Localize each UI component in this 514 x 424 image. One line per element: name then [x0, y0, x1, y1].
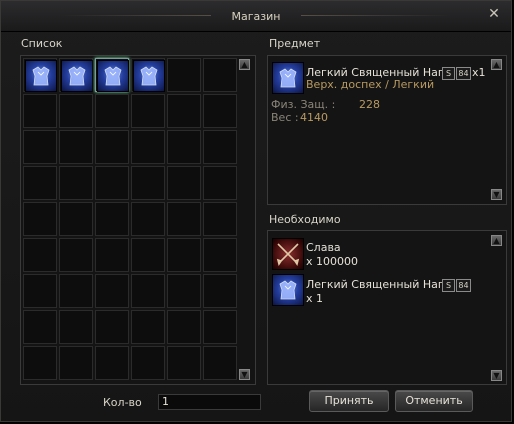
cancel-button[interactable]: Отменить: [395, 390, 473, 412]
grid-cell-empty[interactable]: [203, 238, 237, 272]
grid-cell-empty[interactable]: [203, 202, 237, 236]
grid-cell-empty[interactable]: [23, 346, 57, 380]
grid-cell-armor-1[interactable]: [23, 58, 57, 92]
grid-cell-empty[interactable]: [167, 58, 201, 92]
product-item-slot[interactable]: [271, 61, 304, 94]
close-icon[interactable]: ✕: [487, 7, 501, 21]
grid-cell-empty[interactable]: [23, 238, 57, 272]
armor-icon: [61, 60, 93, 92]
grid-cell-empty[interactable]: [23, 130, 57, 164]
required-item-1-qty: x 100000: [306, 255, 358, 268]
required-panel: Слава x 100000 Легкий Священный Наг.. S …: [267, 230, 507, 385]
required-label: Необходимо: [269, 213, 341, 226]
grid-cell-empty[interactable]: [167, 166, 201, 200]
grid-cell-empty[interactable]: [203, 310, 237, 344]
required-item-2-name: Легкий Священный Наг..: [306, 278, 451, 291]
product-scroll-down-button[interactable]: ▼: [491, 189, 502, 200]
grid-cell-empty[interactable]: [59, 238, 93, 272]
level-badge: 84: [456, 279, 471, 292]
grid-cell-empty[interactable]: [167, 346, 201, 380]
grid-cell-empty[interactable]: [95, 274, 129, 308]
grid-cell-empty[interactable]: [95, 166, 129, 200]
grid-cell-empty[interactable]: [95, 130, 129, 164]
grid-cell-empty[interactable]: [131, 238, 165, 272]
grid-cell-empty[interactable]: [203, 58, 237, 92]
grid-cell-empty[interactable]: [23, 94, 57, 128]
item-grid: [23, 58, 237, 380]
grid-cell-empty[interactable]: [131, 202, 165, 236]
grid-cell-empty[interactable]: [131, 274, 165, 308]
stat-weight-label: Вес :: [271, 111, 299, 124]
list-scroll-up-button[interactable]: ▲: [239, 59, 250, 70]
grid-cell-empty[interactable]: [203, 166, 237, 200]
shop-window: Магазин ✕ Список ▲ ▼ Предмет Легкий Свящ…: [0, 0, 512, 422]
grid-cell-armor-2[interactable]: [59, 58, 93, 92]
list-panel: ▲ ▼: [20, 55, 256, 385]
stat-phys-def-label: Физ. Защ. :: [271, 98, 336, 111]
grid-cell-empty[interactable]: [167, 238, 201, 272]
window-title: Магазин: [231, 10, 281, 23]
grid-cell-armor-4[interactable]: [131, 58, 165, 92]
crossed-swords-icon: [272, 238, 304, 270]
grid-cell-empty[interactable]: [167, 310, 201, 344]
grid-cell-empty[interactable]: [95, 310, 129, 344]
grid-cell-empty[interactable]: [59, 166, 93, 200]
grid-cell-empty[interactable]: [59, 130, 93, 164]
required-scroll-down-button[interactable]: ▼: [491, 370, 502, 381]
armor-icon: [97, 60, 129, 92]
grid-cell-empty[interactable]: [95, 238, 129, 272]
product-label: Предмет: [269, 37, 321, 50]
grid-cell-empty[interactable]: [203, 130, 237, 164]
grid-cell-empty[interactable]: [203, 274, 237, 308]
quantity-input[interactable]: 1: [158, 394, 261, 410]
grid-cell-empty[interactable]: [203, 346, 237, 380]
grid-cell-empty[interactable]: [131, 346, 165, 380]
grid-cell-empty[interactable]: [59, 202, 93, 236]
grid-cell-empty[interactable]: [95, 346, 129, 380]
armor-icon: [25, 60, 57, 92]
grid-cell-empty[interactable]: [203, 94, 237, 128]
grid-cell-empty[interactable]: [131, 94, 165, 128]
armor-icon: [272, 274, 304, 306]
grid-cell-empty[interactable]: [167, 202, 201, 236]
grid-cell-empty[interactable]: [131, 310, 165, 344]
grid-cell-empty[interactable]: [59, 346, 93, 380]
grid-cell-empty[interactable]: [167, 130, 201, 164]
stat-phys-def-value: 228: [359, 98, 380, 111]
product-count: x1: [472, 66, 486, 79]
grid-cell-empty[interactable]: [131, 130, 165, 164]
title-bar[interactable]: Магазин ✕: [1, 1, 511, 32]
grid-cell-empty[interactable]: [95, 94, 129, 128]
grade-badge: S: [442, 67, 455, 80]
grid-cell-empty[interactable]: [131, 166, 165, 200]
armor-icon: [133, 60, 165, 92]
grid-cell-empty[interactable]: [59, 94, 93, 128]
stat-weight-value: 4140: [300, 111, 328, 124]
level-badge: 84: [456, 67, 471, 80]
quantity-label: Кол-во: [103, 396, 142, 409]
grid-cell-empty[interactable]: [23, 166, 57, 200]
product-panel: Легкий Священный Наг.. S 84 x1 Верх. дос…: [267, 55, 507, 205]
required-item-2-slot[interactable]: [271, 273, 304, 306]
armor-icon: [272, 62, 304, 94]
grid-cell-empty[interactable]: [167, 94, 201, 128]
grid-cell-empty[interactable]: [167, 274, 201, 308]
grid-cell-empty[interactable]: [23, 310, 57, 344]
grid-cell-empty[interactable]: [59, 274, 93, 308]
grid-cell-empty[interactable]: [23, 274, 57, 308]
grid-cell-empty[interactable]: [95, 202, 129, 236]
required-item-1-name: Слава: [306, 241, 341, 254]
grid-cell-empty[interactable]: [23, 202, 57, 236]
product-type: Верх. доспех / Легкий: [306, 78, 435, 91]
required-item-1-slot[interactable]: [271, 237, 304, 270]
grid-cell-empty[interactable]: [59, 310, 93, 344]
accept-button[interactable]: Принять: [309, 390, 389, 412]
grid-cell-armor-3-selected[interactable]: [95, 58, 129, 92]
list-scroll-down-button[interactable]: ▼: [239, 369, 250, 380]
grade-badge: S: [442, 279, 455, 292]
product-scroll-up-button[interactable]: ▲: [491, 59, 502, 70]
required-scroll-up-button[interactable]: ▲: [491, 235, 502, 246]
list-label: Список: [21, 37, 63, 50]
required-item-2-qty: x 1: [306, 292, 324, 305]
